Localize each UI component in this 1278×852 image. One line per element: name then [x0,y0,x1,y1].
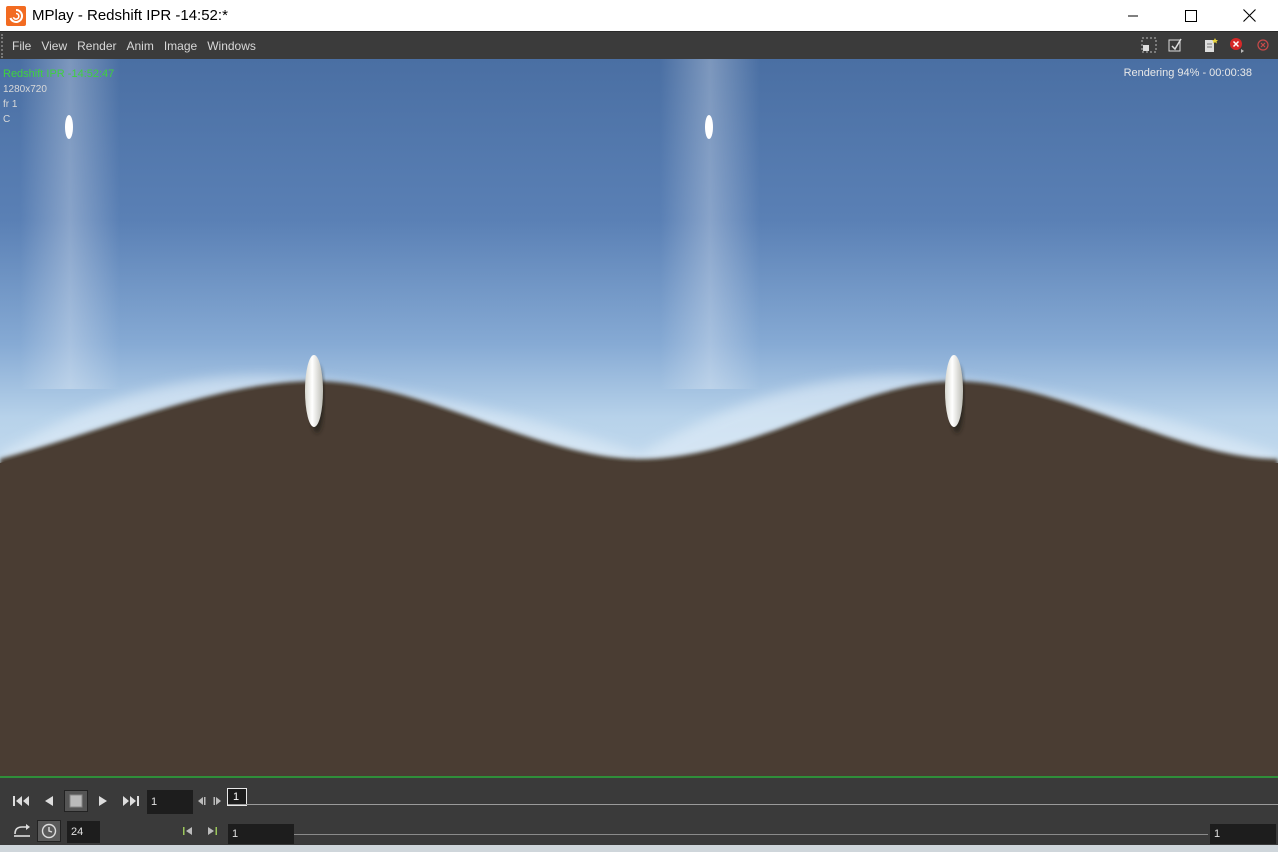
stop-button[interactable] [64,790,88,812]
cancel-render-button[interactable] [1254,36,1272,54]
minimize-button[interactable] [1104,0,1162,31]
first-frame-button[interactable] [10,790,34,812]
fps-field[interactable]: 24 [67,821,100,843]
menu-render[interactable]: Render [72,39,121,53]
timeline-track[interactable] [228,804,1278,805]
snapshot-icon [1168,38,1182,52]
render-frame: fr 1 [3,99,18,110]
close-button[interactable] [1220,0,1278,31]
add-note-button[interactable] [1202,36,1220,54]
step-back-icon [198,797,206,805]
range-track[interactable] [294,834,1208,835]
loop-mode-button[interactable] [10,820,34,842]
menu-view[interactable]: View [36,39,72,53]
region-select-icon [1141,37,1157,53]
menu-file[interactable]: File [7,39,36,53]
range-end-icon [208,827,217,835]
first-frame-icon [13,796,29,806]
render-image [0,59,1278,778]
render-resolution: 1280x720 [3,84,47,95]
houdini-logo-icon [6,5,26,26]
render-info: Redshift IPR -14:52:47 1280x720 fr 1 C [3,67,114,127]
menu-image[interactable]: Image [159,39,202,53]
render-channel: C [3,114,11,125]
close-icon [1242,9,1256,22]
desktop-strip [0,845,1278,852]
toolbar [1140,36,1272,54]
playbar: 1 1 24 1 1 [0,778,1278,852]
play-reverse-icon [45,796,53,806]
menu-anim[interactable]: Anim [122,39,159,53]
stop-icon [69,794,83,808]
menu-windows[interactable]: Windows [202,39,261,53]
realtime-icon [41,823,57,839]
maximize-button[interactable] [1162,0,1220,31]
add-note-icon [1205,38,1218,52]
render-status: Rendering 94% - 00:00:38 [1123,67,1252,79]
snapshot-button[interactable] [1166,36,1184,54]
range-start-button[interactable] [178,821,198,841]
range-start-field[interactable]: 1 [228,824,294,844]
stop-render-icon [1230,38,1244,53]
cancel-render-icon [1257,39,1269,51]
window-title: MPlay - Redshift IPR -14:52:* [32,7,228,24]
maximize-icon [1185,9,1197,22]
range-end-button[interactable] [202,821,222,841]
loop-mode-icon [14,824,30,837]
step-forward-button[interactable] [210,792,224,810]
window-controls [1104,0,1278,31]
range-end-field[interactable]: 1 [1210,824,1276,844]
minimize-icon [1128,15,1138,16]
render-name: Redshift IPR -14:52:47 [3,68,115,80]
step-forward-icon [213,797,221,805]
region-select-button[interactable] [1140,36,1158,54]
step-back-button[interactable] [195,792,209,810]
range-start-icon [183,827,192,835]
render-viewport[interactable]: Redshift IPR -14:52:47 1280x720 fr 1 C R… [0,59,1278,778]
play-forward-button[interactable] [91,790,115,812]
play-reverse-button[interactable] [37,790,61,812]
current-frame-field[interactable]: 1 [147,790,193,814]
last-frame-icon [123,796,139,806]
play-forward-icon [99,796,107,806]
stop-render-button[interactable] [1228,36,1246,54]
title-bar: MPlay - Redshift IPR -14:52:* [0,0,1278,31]
last-frame-button[interactable] [118,790,142,812]
menu-bar: File View Render Anim Image Windows [0,31,1278,59]
realtime-toggle[interactable] [37,820,61,842]
